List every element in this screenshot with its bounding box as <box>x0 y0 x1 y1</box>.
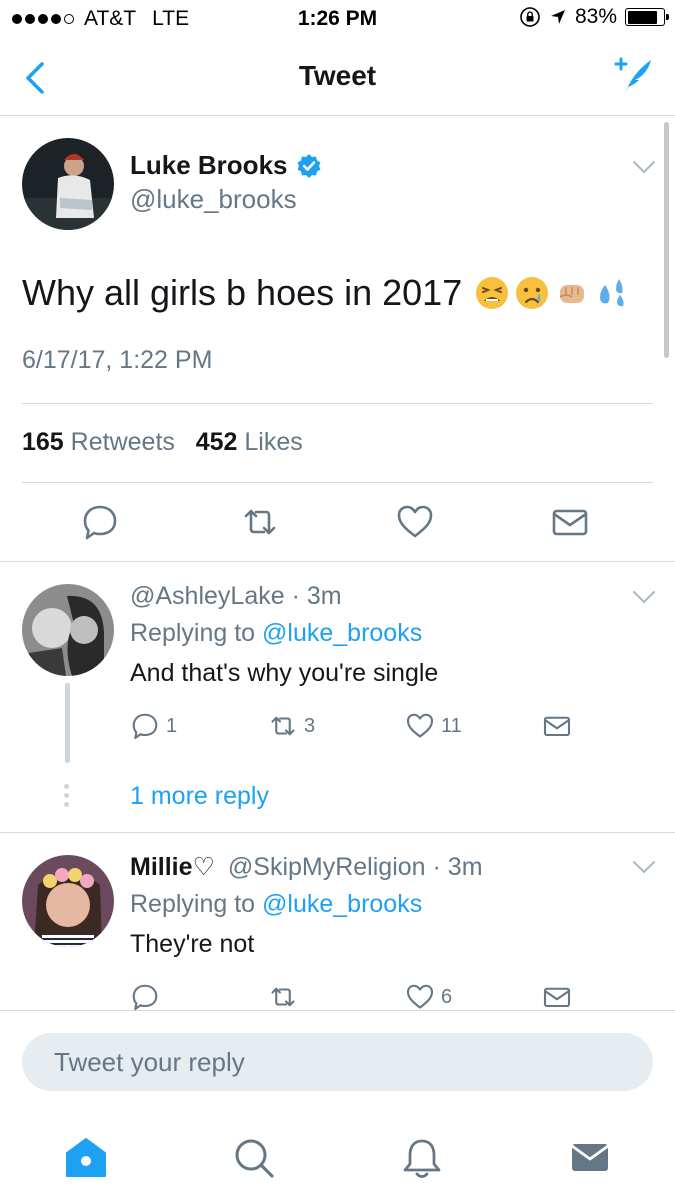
divider <box>0 832 675 833</box>
verified-badge-icon <box>297 153 320 178</box>
reply-icon[interactable] <box>80 502 120 542</box>
tab-bar <box>0 1110 675 1200</box>
like-count: 6 <box>441 985 453 1008</box>
author-avatar[interactable] <box>22 138 114 230</box>
like-heart-icon <box>406 713 434 738</box>
reply-author-name[interactable]: Millie♡ <box>130 853 215 881</box>
replying-to-link[interactable]: @luke_brooks <box>262 890 422 918</box>
retweets-count: 165 <box>22 428 64 456</box>
more-replies-link[interactable]: 1 more reply <box>130 782 269 811</box>
battery-percent: 83% <box>574 5 617 28</box>
tweet-timestamp: 6/17/17, 1:22 PM <box>22 346 213 374</box>
home-icon[interactable] <box>64 1136 108 1180</box>
like-count: 11 <box>441 714 462 737</box>
retweet-icon <box>271 716 295 736</box>
retweets-stat[interactable]: 165 Retweets <box>22 428 175 456</box>
retweet-count: 3 <box>304 714 316 737</box>
reply-count: 1 <box>166 714 178 737</box>
direct-message-icon <box>543 987 571 1008</box>
scrollbar[interactable] <box>664 122 669 358</box>
replying-to: Replying to @luke_brooks <box>130 619 422 648</box>
search-icon[interactable] <box>232 1136 276 1180</box>
direct-message-icon <box>543 716 571 737</box>
tweet-body: Why all girls b hoes in 2017 <box>22 272 463 313</box>
replying-to: Replying to @luke_brooks <box>130 890 422 919</box>
page-title: Tweet <box>298 60 377 91</box>
author-name[interactable]: Luke Brooks <box>130 150 288 181</box>
reply-retweet-action[interactable] <box>268 982 298 1012</box>
retweet-icon <box>271 987 295 1007</box>
thread-line <box>65 683 70 763</box>
rotation-lock-icon <box>520 7 540 27</box>
reply-time: · 3m <box>291 582 342 610</box>
tweet-options-chevron-icon[interactable] <box>632 160 656 174</box>
status-right: 83% <box>519 5 669 29</box>
reply-text: They're not <box>130 930 255 958</box>
retweets-label: Retweets <box>70 428 175 456</box>
location-arrow-icon <box>550 10 565 24</box>
retweet-icon[interactable] <box>240 502 280 542</box>
thread-dots-icon <box>64 784 69 807</box>
divider <box>0 561 675 562</box>
replying-to-link[interactable]: @luke_brooks <box>262 619 422 647</box>
like-heart-icon <box>406 984 434 1009</box>
tweet-stats: 165 Retweets 452 Likes <box>22 428 303 457</box>
fist-emoji-icon <box>559 285 585 303</box>
messages-envelope-icon[interactable] <box>568 1136 612 1180</box>
divider <box>22 403 653 404</box>
battery-fill <box>627 10 657 24</box>
tweet-text: Why all girls b hoes in 2017 <box>22 272 630 314</box>
reply-icon <box>132 984 158 1011</box>
reply-handle[interactable]: @AshleyLake <box>130 582 285 610</box>
reply-time: · 3m <box>432 853 483 881</box>
tired-face-emoji-icon <box>476 277 509 309</box>
status-bar: AT&T LTE 1:26 PM 83% <box>0 0 675 40</box>
author-name-row[interactable]: Luke Brooks <box>130 150 322 181</box>
like-heart-icon[interactable] <box>395 502 435 542</box>
reply-retweet-action[interactable]: 3 <box>268 711 315 741</box>
likes-label: Likes <box>244 428 303 456</box>
reply-header: @AshleyLake · 3m <box>130 582 342 611</box>
reply-options-chevron-icon[interactable] <box>632 590 656 604</box>
reply-composer <box>0 1010 675 1110</box>
reply-handle[interactable]: @SkipMyReligion <box>228 853 426 881</box>
reply-avatar[interactable] <box>22 584 114 676</box>
battery-icon <box>625 8 669 26</box>
crying-face-emoji-icon <box>516 277 549 309</box>
reply-like-action[interactable]: 6 <box>405 982 452 1012</box>
compose-tweet-icon[interactable] <box>611 54 655 98</box>
reply-icon <box>132 713 158 740</box>
nav-bar: Tweet <box>0 40 675 116</box>
likes-stat[interactable]: 452 Likes <box>196 428 303 456</box>
direct-message-icon[interactable] <box>550 502 590 542</box>
reply-reply-action[interactable] <box>130 982 160 1012</box>
replying-to-prefix: Replying to <box>130 890 256 918</box>
reply-header: Millie♡ @SkipMyReligion · 3m <box>130 852 483 882</box>
tweet-reply-input[interactable] <box>22 1033 653 1091</box>
sweat-droplets-emoji-icon <box>600 279 624 307</box>
tweet-emojis <box>474 275 630 311</box>
reply-avatar[interactable] <box>22 855 114 947</box>
reply-options-chevron-icon[interactable] <box>632 860 656 874</box>
reply-like-action[interactable]: 11 <box>405 711 462 741</box>
likes-count: 452 <box>195 428 238 456</box>
reply-reply-action[interactable]: 1 <box>130 711 177 741</box>
replying-to-prefix: Replying to <box>130 619 256 647</box>
notifications-bell-icon[interactable] <box>400 1136 444 1180</box>
reply-text: And that's why you're single <box>130 659 439 687</box>
author-handle[interactable]: @luke_brooks <box>130 184 297 215</box>
divider <box>22 482 653 483</box>
reply-dm-action[interactable] <box>542 711 572 741</box>
reply-dm-action[interactable] <box>542 982 572 1012</box>
